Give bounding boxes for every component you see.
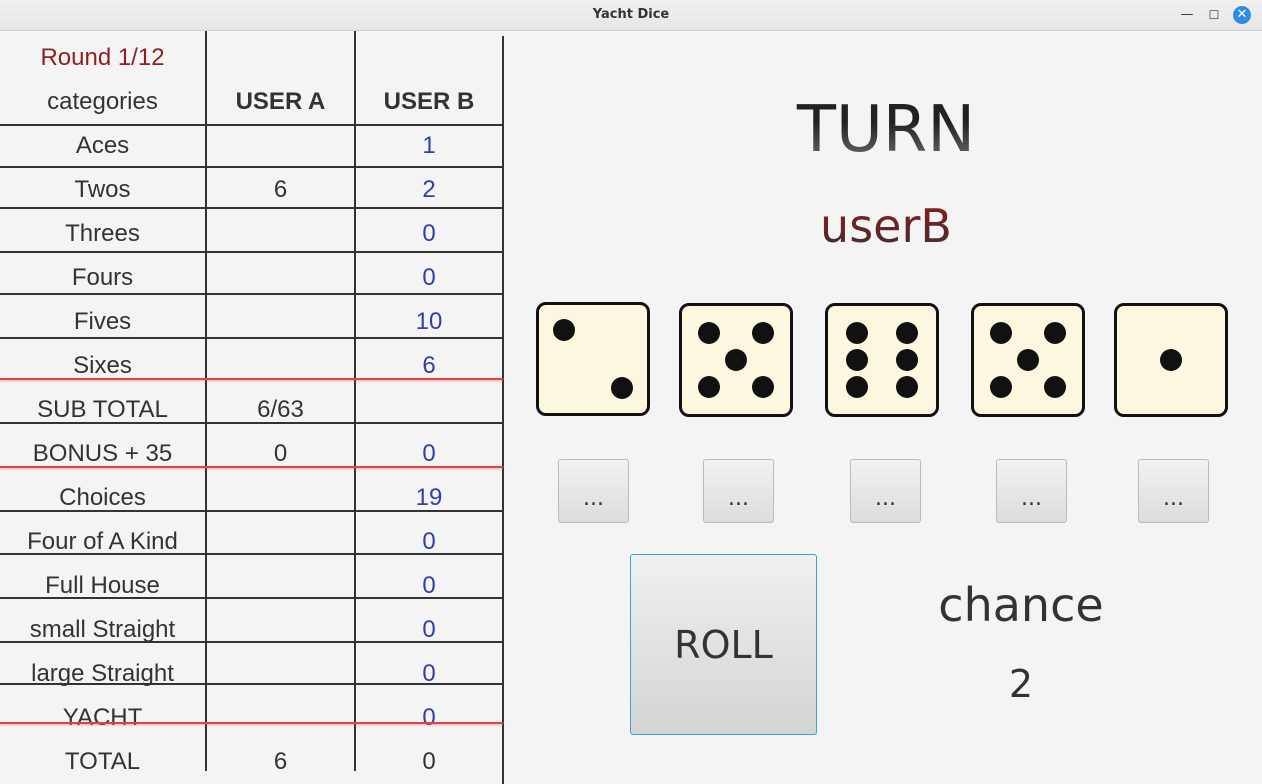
die-pip xyxy=(990,322,1012,344)
die-2[interactable] xyxy=(679,303,793,417)
row-separator xyxy=(0,597,503,599)
score-cell-user-a[interactable] xyxy=(207,608,354,652)
score-cell-user-b[interactable]: 19 xyxy=(356,476,502,520)
round-indicator: Round 1/12 xyxy=(40,44,165,71)
row-separator xyxy=(0,641,503,643)
die-pip xyxy=(846,376,869,398)
chance-count: 2 xyxy=(1008,662,1034,706)
hold-button-5[interactable]: ... xyxy=(1138,459,1209,523)
score-cell-user-b[interactable]: 0 xyxy=(356,608,502,652)
die-5[interactable] xyxy=(1114,303,1228,417)
window-title: Yacht Dice xyxy=(592,7,670,22)
category-label: SUB TOTAL xyxy=(37,396,168,423)
row-separator xyxy=(0,293,503,295)
score-cell-user-b[interactable]: 0 xyxy=(356,652,502,696)
row-separator xyxy=(0,510,503,512)
section-separator xyxy=(0,466,503,468)
score-cell-user-a[interactable] xyxy=(207,124,354,168)
die-pip xyxy=(990,376,1012,398)
hold-button-1[interactable]: ... xyxy=(558,459,629,523)
die-1[interactable] xyxy=(536,302,650,416)
die-pip xyxy=(752,322,774,344)
header-user-a: USER A xyxy=(235,88,326,115)
die-4[interactable] xyxy=(971,303,1085,417)
die-pip xyxy=(552,318,575,341)
row-separator xyxy=(0,251,503,253)
row-separator xyxy=(0,683,503,685)
minimize-icon[interactable]: — xyxy=(1178,6,1196,24)
current-player: userB xyxy=(786,196,986,256)
category-label: BONUS + 35 xyxy=(32,440,173,467)
score-cell-user-a[interactable] xyxy=(207,212,354,256)
score-cell-user-b[interactable]: 2 xyxy=(356,168,502,212)
chance-label: chance xyxy=(938,578,1104,632)
category-label: Choices xyxy=(59,484,146,511)
window-titlebar: Yacht Dice — ☐ ✕ xyxy=(0,0,1262,31)
turn-heading: TURN xyxy=(756,92,1016,168)
score-cell-user-a[interactable] xyxy=(207,520,354,564)
score-cell-user-a[interactable]: 6 xyxy=(207,740,354,784)
row-separator xyxy=(0,166,503,168)
header-user-b: USER B xyxy=(383,88,475,115)
header-categories: categories xyxy=(47,88,158,115)
category-label: TOTAL xyxy=(64,748,141,775)
category-label: YACHT xyxy=(62,704,143,731)
die-pip xyxy=(846,349,869,371)
hold-button-4[interactable]: ... xyxy=(996,459,1067,523)
row-separator xyxy=(0,553,503,555)
die-pip xyxy=(698,322,720,344)
score-cell-user-b[interactable]: 0 xyxy=(356,696,502,740)
die-pip xyxy=(698,376,720,398)
score-cell-user-b[interactable]: 1 xyxy=(356,124,502,168)
score-cell-user-b[interactable]: 0 xyxy=(356,212,502,256)
category-label: Aces xyxy=(75,132,130,159)
score-cell-user-b[interactable]: 0 xyxy=(356,432,502,476)
maximize-icon[interactable]: ☐ xyxy=(1205,6,1223,24)
score-cell-user-a[interactable]: 6 xyxy=(207,168,354,212)
score-cell-user-b[interactable]: 0 xyxy=(356,520,502,564)
score-cell-user-a[interactable] xyxy=(207,696,354,740)
die-pip xyxy=(752,376,774,398)
score-cell-user-b[interactable]: 0 xyxy=(356,740,502,784)
row-separator xyxy=(0,207,503,209)
row-separator xyxy=(0,124,503,126)
row-separator xyxy=(0,337,503,339)
die-pip xyxy=(1044,376,1066,398)
score-cell-user-b[interactable]: 6 xyxy=(356,344,502,388)
column-divider xyxy=(502,36,504,784)
score-cell-user-a[interactable]: 0 xyxy=(207,432,354,476)
category-label: large Straight xyxy=(31,660,174,687)
row-separator xyxy=(0,422,503,424)
die-pip xyxy=(846,322,869,344)
section-separator xyxy=(0,722,503,724)
category-label: Sixes xyxy=(73,352,132,379)
close-icon[interactable]: ✕ xyxy=(1233,6,1251,24)
die-pip xyxy=(1160,349,1182,371)
score-cell-user-a[interactable] xyxy=(207,344,354,388)
category-label: Threes xyxy=(65,220,140,247)
category-label: Full House xyxy=(45,572,160,599)
die-pip xyxy=(1044,322,1066,344)
section-separator xyxy=(0,378,503,380)
die-pip xyxy=(895,322,918,344)
die-pip xyxy=(725,349,747,371)
die-pip xyxy=(895,349,918,371)
score-cell-user-b[interactable]: 0 xyxy=(356,564,502,608)
hold-button-3[interactable]: ... xyxy=(850,459,921,523)
hold-button-2[interactable]: ... xyxy=(703,459,774,523)
roll-button[interactable]: ROLL xyxy=(630,554,817,735)
category-label: Four of A Kind xyxy=(27,528,178,555)
score-cell-user-a[interactable] xyxy=(207,564,354,608)
category-label: small Straight xyxy=(29,616,176,643)
score-cell-user-a[interactable] xyxy=(207,652,354,696)
die-pip xyxy=(1017,349,1039,371)
score-cell-user-a[interactable] xyxy=(207,476,354,520)
score-cell-user-a[interactable]: 6/63 xyxy=(207,388,354,432)
die-pip xyxy=(895,376,918,398)
category-label: Twos xyxy=(74,176,131,203)
score-cell-user-b[interactable] xyxy=(356,388,502,432)
die-3[interactable] xyxy=(825,303,939,417)
die-pip xyxy=(611,377,634,400)
